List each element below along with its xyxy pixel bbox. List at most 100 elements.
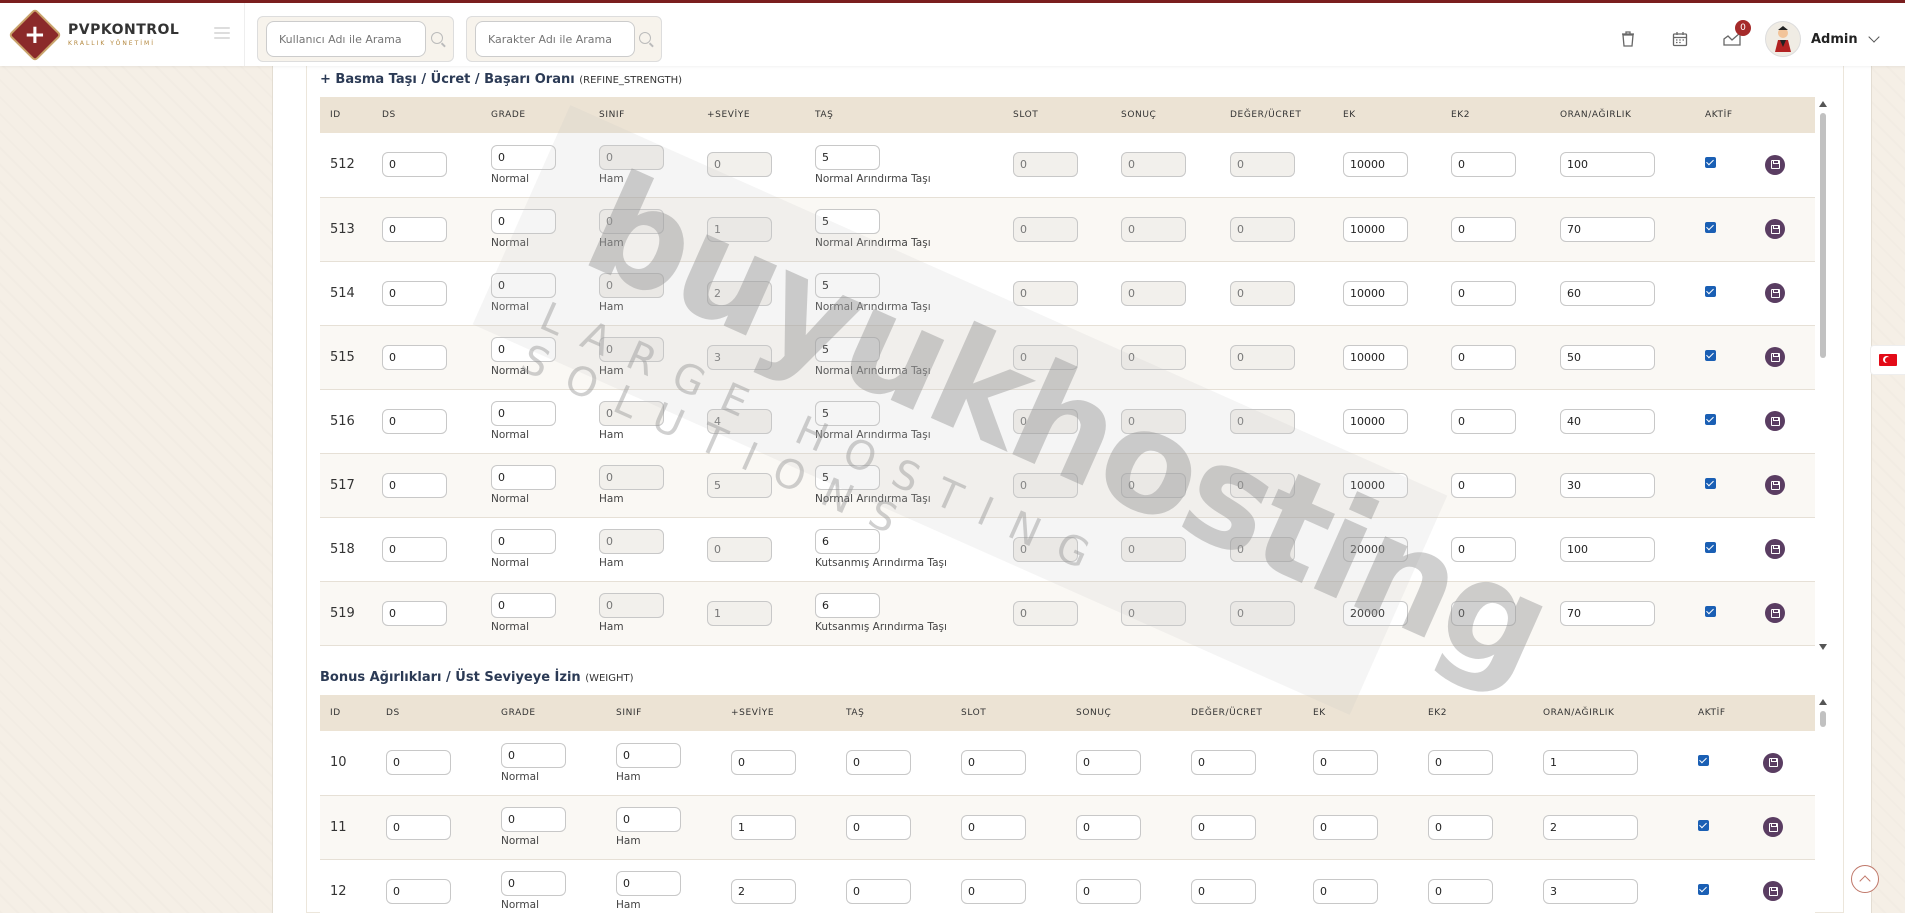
rate-weight-input[interactable]	[1543, 750, 1638, 776]
class-input[interactable]	[616, 742, 681, 768]
slot-input[interactable]	[1013, 408, 1078, 434]
grade-input[interactable]	[491, 209, 556, 234]
level-input[interactable]	[731, 878, 796, 904]
class-input[interactable]	[599, 401, 664, 426]
extra-input[interactable]	[1343, 216, 1408, 242]
rate-weight-input[interactable]	[1560, 216, 1655, 242]
rate-weight-input[interactable]	[1560, 600, 1655, 626]
extra2-input[interactable]	[1428, 878, 1493, 904]
save-button[interactable]	[1765, 347, 1785, 367]
value-fee-input[interactable]	[1191, 750, 1256, 776]
stone-input[interactable]	[815, 209, 880, 234]
stone-input[interactable]	[815, 465, 880, 490]
ds-input[interactable]	[382, 408, 447, 434]
level-input[interactable]	[707, 600, 772, 626]
level-input[interactable]	[731, 814, 796, 840]
grade-input[interactable]	[491, 337, 556, 362]
extra2-input[interactable]	[1451, 152, 1516, 178]
active-checkbox[interactable]	[1705, 605, 1716, 617]
rate-weight-input[interactable]	[1543, 814, 1638, 840]
active-checkbox[interactable]	[1698, 755, 1709, 767]
level-input[interactable]	[707, 408, 772, 434]
stone-input[interactable]	[846, 878, 911, 904]
extra2-input[interactable]	[1428, 814, 1493, 840]
extra-input[interactable]	[1343, 280, 1408, 306]
class-input[interactable]	[599, 144, 664, 170]
value-fee-input[interactable]	[1230, 600, 1295, 626]
value-fee-input[interactable]	[1230, 472, 1295, 498]
stone-input[interactable]	[846, 750, 911, 776]
save-button[interactable]	[1763, 817, 1783, 837]
extra-input[interactable]	[1343, 472, 1408, 498]
slot-input[interactable]	[1013, 472, 1078, 498]
ds-input[interactable]	[382, 344, 447, 370]
rate-weight-input[interactable]	[1560, 408, 1655, 434]
value-fee-input[interactable]	[1230, 280, 1295, 306]
weight-table-wrap[interactable]: ID DS GRADE SINIF +SEVİYE TAŞ SLOT SONUÇ…	[320, 695, 1815, 913]
class-input[interactable]	[599, 337, 664, 362]
grade-input[interactable]	[501, 871, 566, 896]
save-button[interactable]	[1765, 603, 1785, 623]
ds-input[interactable]	[382, 216, 447, 242]
rate-weight-input[interactable]	[1560, 344, 1655, 370]
extra-input[interactable]	[1343, 600, 1408, 626]
rate-weight-input[interactable]	[1560, 280, 1655, 306]
slot-input[interactable]	[1013, 344, 1078, 370]
result-input[interactable]	[1076, 878, 1141, 904]
stone-input[interactable]	[815, 529, 880, 554]
ds-input[interactable]	[382, 472, 447, 498]
grade-input[interactable]	[491, 144, 556, 170]
slot-input[interactable]	[1013, 536, 1078, 562]
value-fee-input[interactable]	[1230, 216, 1295, 242]
active-checkbox[interactable]	[1705, 413, 1716, 425]
slot-input[interactable]	[1013, 280, 1078, 306]
save-button[interactable]	[1765, 539, 1785, 559]
save-button[interactable]	[1765, 475, 1785, 495]
result-input[interactable]	[1121, 280, 1186, 306]
result-input[interactable]	[1121, 472, 1186, 498]
class-input[interactable]	[599, 465, 664, 490]
extra2-input[interactable]	[1451, 344, 1516, 370]
class-input[interactable]	[616, 807, 681, 832]
save-button[interactable]	[1765, 283, 1785, 303]
extra-input[interactable]	[1343, 152, 1408, 178]
result-input[interactable]	[1076, 750, 1141, 776]
user-search-input[interactable]	[266, 21, 426, 57]
extra2-input[interactable]	[1451, 408, 1516, 434]
extra2-input[interactable]	[1451, 280, 1516, 306]
save-button[interactable]	[1763, 752, 1783, 773]
value-fee-input[interactable]	[1230, 344, 1295, 370]
save-button[interactable]	[1765, 219, 1785, 239]
ds-input[interactable]	[386, 750, 451, 776]
result-input[interactable]	[1121, 216, 1186, 242]
result-input[interactable]	[1076, 814, 1141, 840]
slot-input[interactable]	[1013, 600, 1078, 626]
active-checkbox[interactable]	[1705, 285, 1716, 297]
slot-input[interactable]	[961, 750, 1026, 776]
stone-input[interactable]	[846, 814, 911, 840]
active-checkbox[interactable]	[1705, 157, 1716, 169]
extra2-input[interactable]	[1451, 536, 1516, 562]
avatar[interactable]	[1765, 21, 1801, 57]
slot-input[interactable]	[1013, 152, 1078, 178]
ds-input[interactable]	[382, 280, 447, 306]
table-scrollbar[interactable]	[1818, 101, 1828, 650]
value-fee-input[interactable]	[1191, 878, 1256, 904]
ds-input[interactable]	[386, 814, 451, 840]
extra2-input[interactable]	[1451, 600, 1516, 626]
grade-input[interactable]	[491, 465, 556, 490]
grade-input[interactable]	[501, 807, 566, 832]
brand[interactable]: + PVPKONTROL KRALLIK YÖNETİMİ	[0, 3, 245, 66]
level-input[interactable]	[707, 536, 772, 562]
active-checkbox[interactable]	[1698, 883, 1709, 895]
stone-input[interactable]	[815, 593, 880, 618]
character-search-input[interactable]	[475, 21, 635, 57]
rate-weight-input[interactable]	[1560, 472, 1655, 498]
table-scrollbar[interactable]	[1818, 699, 1828, 913]
extra2-input[interactable]	[1451, 216, 1516, 242]
level-input[interactable]	[707, 344, 772, 370]
calendar-icon[interactable]	[1667, 26, 1693, 52]
stone-input[interactable]	[815, 273, 880, 298]
value-fee-input[interactable]	[1191, 814, 1256, 840]
refine-strength-table-wrap[interactable]: ID DS GRADE SINIF +SEVİYE TAŞ SLOT SONUÇ…	[320, 97, 1815, 650]
